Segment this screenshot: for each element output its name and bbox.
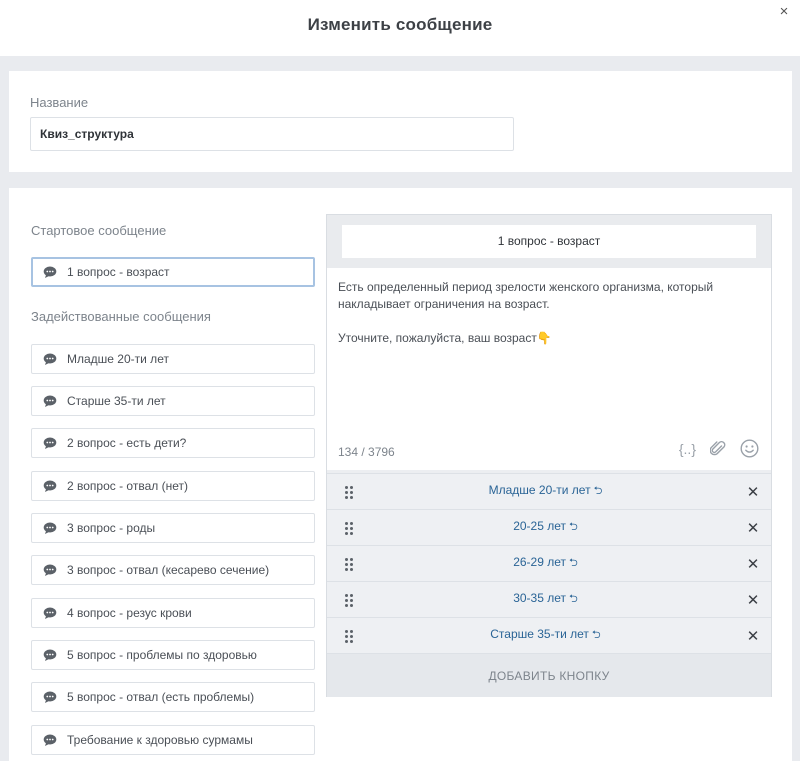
used-message-button[interactable]: Младше 20-ти лет (31, 344, 315, 374)
used-message-label: 5 вопрос - проблемы по здоровью (67, 648, 257, 662)
remove-button-icon[interactable]: ✕ (746, 555, 760, 573)
remove-button-icon[interactable]: ✕ (746, 519, 760, 537)
used-message-label: Младше 20-ти лет (67, 352, 169, 366)
reply-button-row: 30-35 лет ⮌ ✕ (327, 581, 771, 617)
reply-button-row: 26-29 лет ⮌ ✕ (327, 545, 771, 581)
reply-arrow-icon: ⮌ (569, 593, 578, 605)
used-message-button[interactable]: 5 вопрос - отвал (есть проблемы) (31, 682, 315, 712)
start-message-button[interactable]: 1 вопрос - возраст (31, 257, 315, 287)
reply-button-row: 20-25 лет ⮌ ✕ (327, 509, 771, 545)
chat-bubble-icon (43, 607, 57, 619)
used-message-button[interactable]: 5 вопрос - проблемы по здоровью (31, 640, 315, 670)
chat-bubble-icon (43, 480, 57, 492)
close-icon[interactable]: × (776, 4, 792, 20)
reply-button-text: Старше 35-ти лет (490, 627, 589, 641)
reply-button-row: Старше 35-ти лет ⮌ ✕ (327, 617, 771, 653)
modal-title: Изменить сообщение (307, 15, 493, 34)
char-counter: 134 / 3796 (338, 445, 395, 459)
chat-bubble-icon (43, 691, 57, 703)
reply-button-text: 26-29 лет (513, 555, 566, 569)
reply-arrow-icon: ⮌ (591, 629, 601, 641)
remove-button-icon[interactable]: ✕ (746, 627, 760, 645)
chat-bubble-icon (43, 522, 57, 534)
message-text-line: Уточните, пожалуйста, ваш возраст👇 (338, 331, 552, 345)
remove-button-icon[interactable]: ✕ (746, 483, 760, 501)
start-message-label: Стартовое сообщение (31, 223, 167, 238)
name-card: Название Квиз_структура (9, 71, 792, 172)
message-editor: 1 вопрос - возраст Есть определенный пер… (326, 214, 772, 697)
reply-button-text: 30-35 лет (513, 591, 566, 605)
start-message-label-text: 1 вопрос - возраст (67, 265, 170, 279)
used-message-button[interactable]: 2 вопрос - отвал (нет) (31, 471, 315, 501)
chat-bubble-icon (43, 437, 57, 449)
name-label: Название (30, 95, 89, 110)
used-message-label: 4 вопрос - резус крови (67, 606, 192, 620)
name-input[interactable]: Квиз_структура (30, 117, 514, 151)
used-message-label: 3 вопрос - отвал (кесарево сечение) (67, 563, 270, 577)
emoji-icon[interactable] (740, 439, 759, 458)
modal-header: Изменить сообщение × (0, 0, 800, 56)
attachment-icon[interactable] (710, 440, 726, 458)
chat-bubble-icon (43, 353, 57, 365)
message-text-line: Есть определенный период зрелости женско… (338, 280, 714, 311)
chat-bubble-icon (43, 734, 57, 746)
reply-button-label[interactable]: 30-35 лет ⮌ (345, 590, 746, 609)
used-message-label: 2 вопрос - отвал (нет) (67, 479, 188, 493)
used-message-button[interactable]: 4 вопрос - резус крови (31, 598, 315, 628)
variables-icon[interactable]: {..} (679, 441, 696, 457)
reply-arrow-icon: ⮌ (569, 521, 578, 533)
used-message-button[interactable]: Старше 35-ти лет (31, 386, 315, 416)
editor-toolbar: {..} (679, 439, 759, 458)
used-message-button[interactable]: 3 вопрос - отвал (кесарево сечение) (31, 555, 315, 585)
reply-arrow-icon: ⮌ (569, 557, 578, 569)
used-message-label: 5 вопрос - отвал (есть проблемы) (67, 690, 255, 704)
used-messages-label: Задействованные сообщения (31, 309, 211, 324)
used-message-label: Старше 35-ти лет (67, 394, 166, 408)
used-message-label: Требование к здоровью сурмамы (67, 733, 253, 747)
reply-button-label[interactable]: 20-25 лет ⮌ (345, 518, 746, 537)
reply-arrow-icon: ⮌ (593, 485, 603, 497)
chat-bubble-icon (43, 649, 57, 661)
reply-button-text: 20-25 лет (513, 519, 566, 533)
editor-header: 1 вопрос - возраст (327, 215, 771, 268)
reply-button-label[interactable]: Старше 35-ти лет ⮌ (345, 626, 746, 645)
editor-message-name[interactable]: 1 вопрос - возраст (342, 225, 756, 258)
used-message-button[interactable]: Требование к здоровью сурмамы (31, 725, 315, 755)
reply-button-label[interactable]: Младше 20-ти лет ⮌ (345, 482, 746, 501)
used-message-button[interactable]: 2 вопрос - есть дети? (31, 428, 315, 458)
reply-button-text: Младше 20-ти лет (488, 483, 591, 497)
used-message-label: 2 вопрос - есть дети? (67, 436, 187, 450)
used-message-label: 3 вопрос - роды (67, 521, 156, 535)
add-button-button[interactable]: ДОБАВИТЬ КНОПКУ (327, 653, 771, 697)
reply-button-label[interactable]: 26-29 лет ⮌ (345, 554, 746, 573)
used-message-button[interactable]: 3 вопрос - роды (31, 513, 315, 543)
chat-bubble-icon (43, 266, 57, 278)
reply-button-row: Младше 20-ти лет ⮌ ✕ (327, 473, 771, 509)
remove-button-icon[interactable]: ✕ (746, 591, 760, 609)
chat-bubble-icon (43, 564, 57, 576)
chat-bubble-icon (43, 395, 57, 407)
